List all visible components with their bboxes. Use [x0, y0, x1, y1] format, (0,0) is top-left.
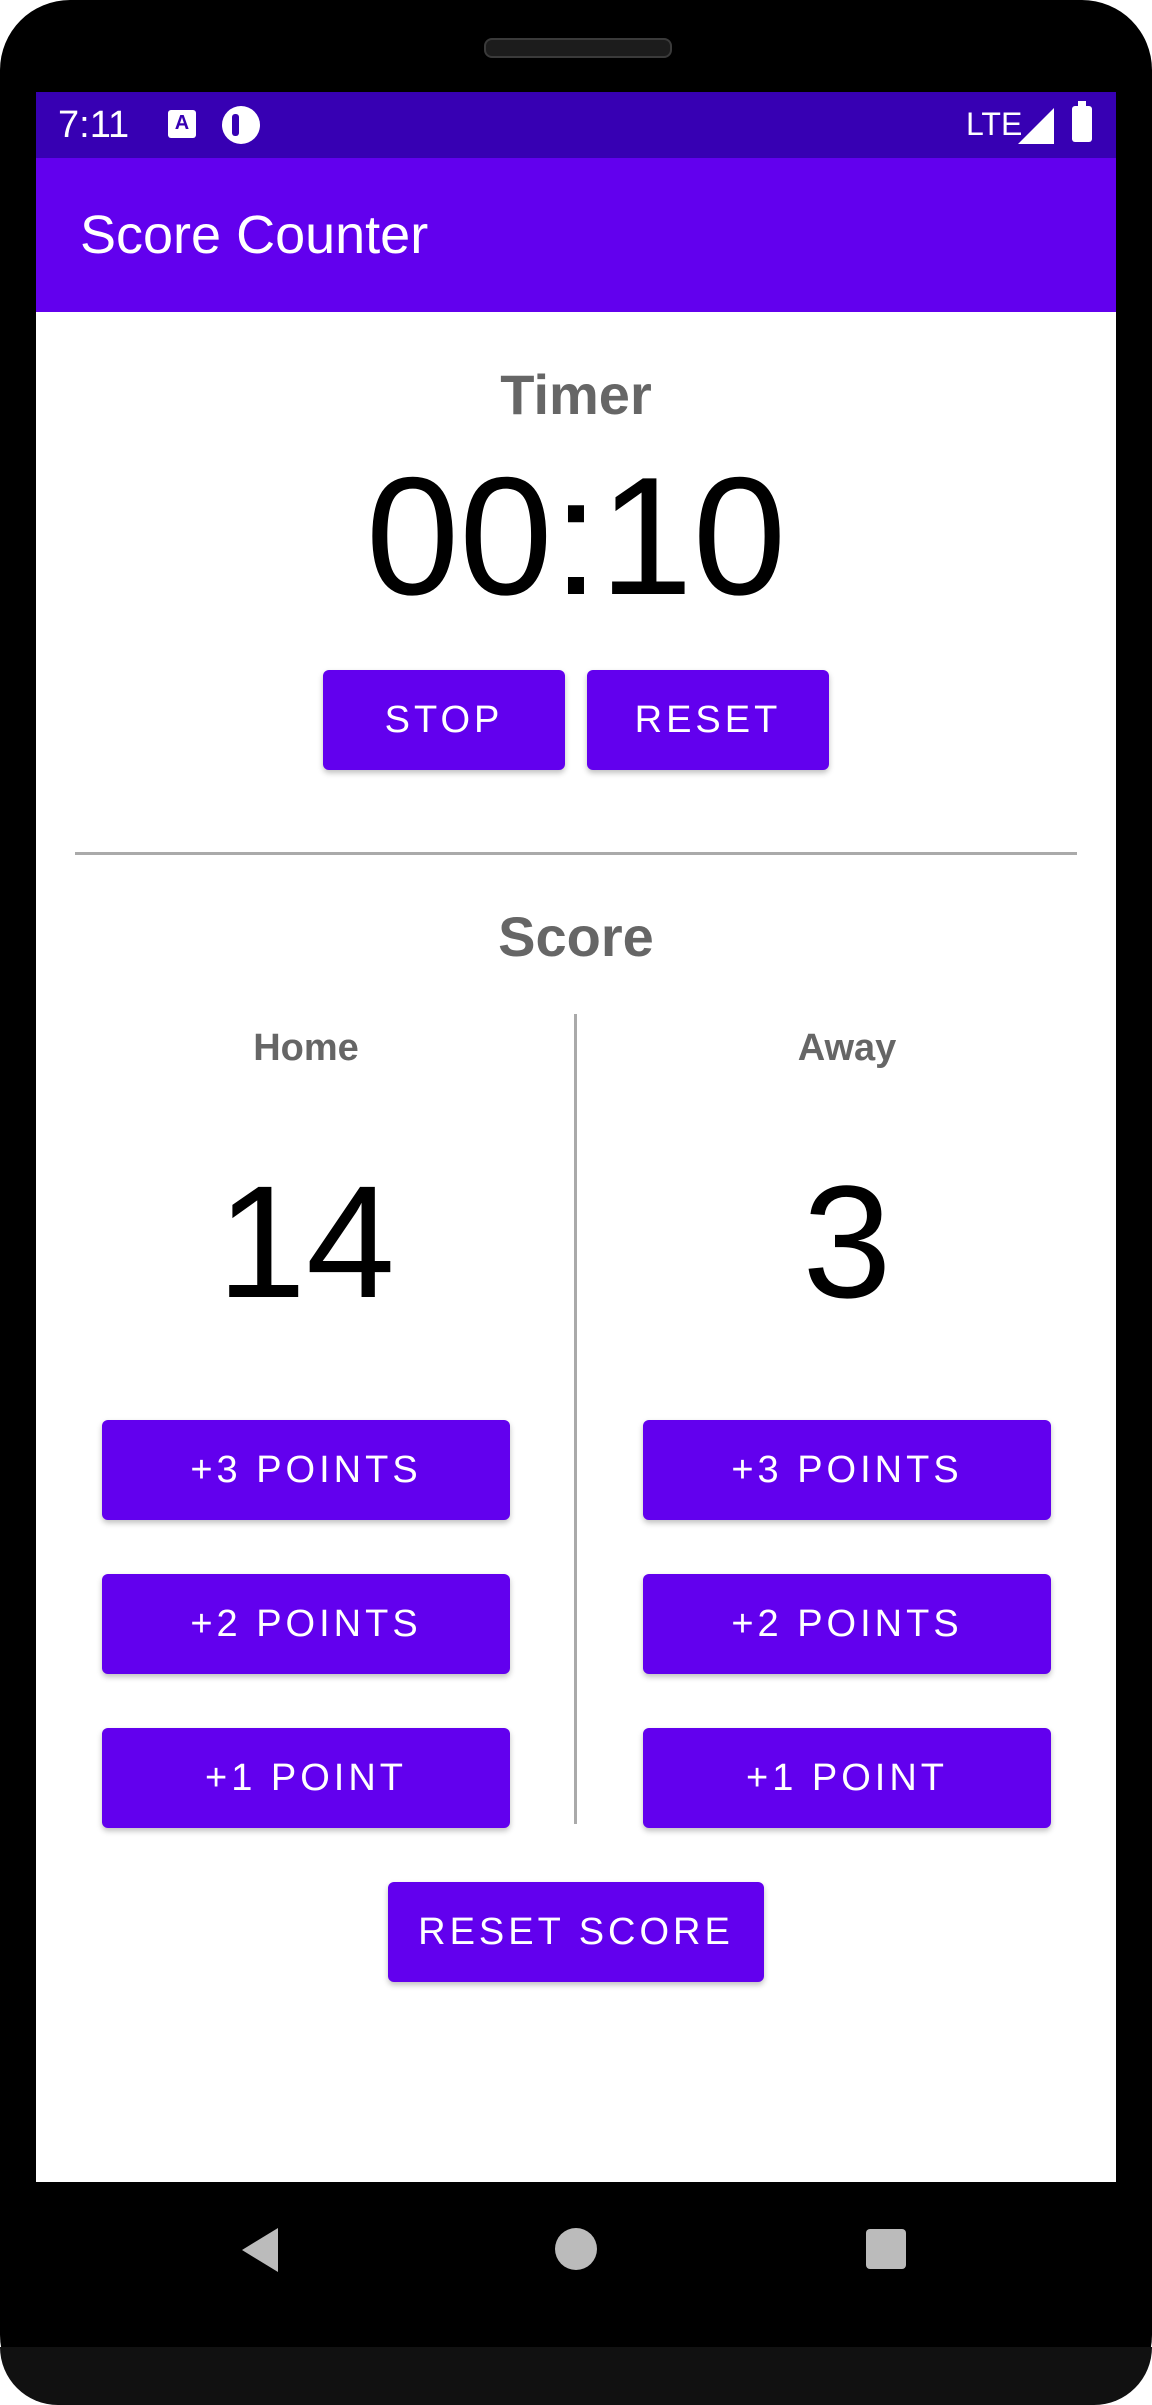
- score-title: Score: [498, 905, 654, 968]
- home-label: Home: [253, 1027, 359, 1069]
- home-plus2-button[interactable]: +2 POINTS: [102, 1574, 510, 1674]
- home-plus3-button[interactable]: +3 POINTS: [102, 1420, 510, 1520]
- home-plus1-button[interactable]: +1 POINT: [102, 1728, 510, 1828]
- timer-display: 00:10: [365, 442, 787, 630]
- timer-title: Timer: [500, 363, 652, 426]
- navigation-bar: [0, 2182, 1152, 2347]
- home-score: 14: [217, 1152, 395, 1331]
- home-icon[interactable]: [555, 2228, 597, 2270]
- network-type: LTE: [966, 106, 1023, 142]
- away-score: 3: [802, 1152, 892, 1331]
- away-label: Away: [797, 1027, 897, 1069]
- team-divider: [574, 1014, 577, 1824]
- away-plus3-button[interactable]: +3 POINTS: [643, 1420, 1051, 1520]
- stop-button[interactable]: STOP: [323, 670, 565, 770]
- away-plus2-button[interactable]: +2 POINTS: [643, 1574, 1051, 1674]
- app-title: Score Counter: [80, 205, 429, 265]
- signal-icon: [1018, 108, 1054, 144]
- away-plus1-button[interactable]: +1 POINT: [643, 1728, 1051, 1828]
- screen: 7:11 A LTE Score Counter Timer 00:10 STO…: [36, 92, 1116, 2182]
- a-notification-icon: A: [168, 110, 196, 138]
- reset-timer-button[interactable]: RESET: [587, 670, 829, 770]
- recents-icon[interactable]: [866, 2229, 906, 2269]
- device-frame: 7:11 A LTE Score Counter Timer 00:10 STO…: [0, 0, 1152, 2405]
- speaker-grille: [484, 38, 672, 58]
- status-time: 7:11: [58, 104, 130, 146]
- status-bar: 7:11 A LTE: [36, 92, 1116, 158]
- dot-notification-icon: [222, 106, 260, 144]
- app-bar: Score Counter: [36, 158, 1116, 312]
- section-divider: [75, 852, 1077, 855]
- back-icon[interactable]: [242, 2228, 278, 2272]
- battery-icon: [1072, 101, 1092, 142]
- device-chin: [0, 2347, 1152, 2405]
- reset-score-button[interactable]: RESET SCORE: [388, 1882, 764, 1982]
